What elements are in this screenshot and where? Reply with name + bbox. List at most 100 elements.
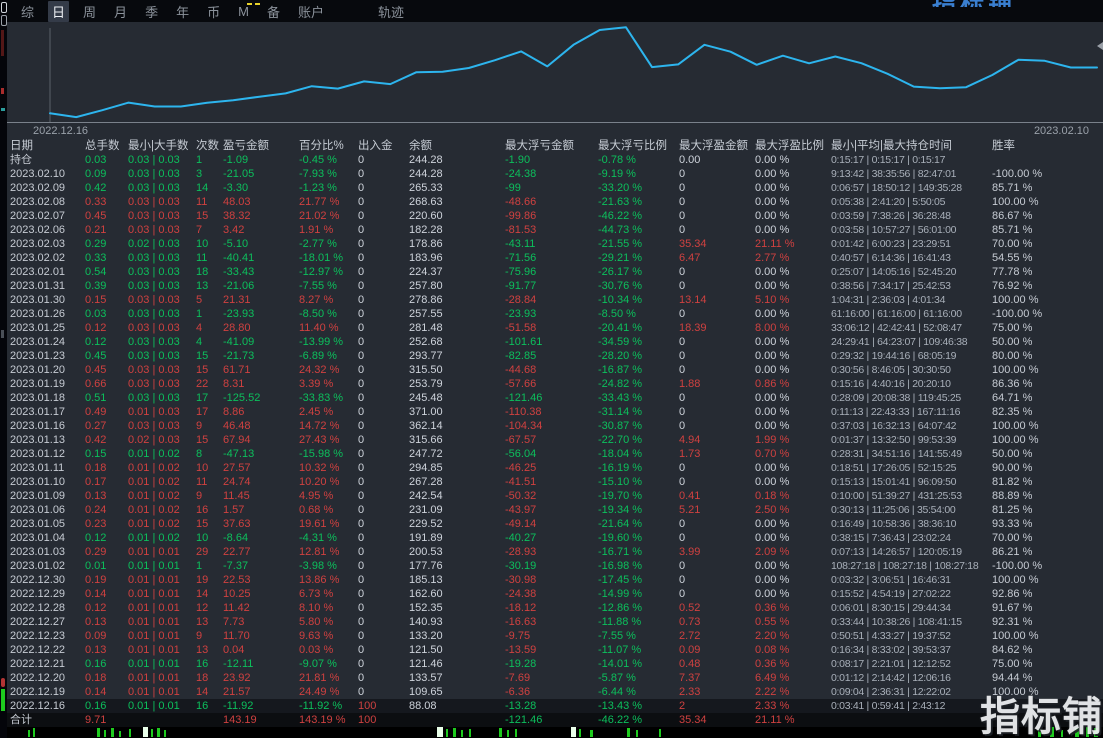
cell-mf: 0: [679, 517, 755, 531]
tab-composite[interactable]: 综: [17, 1, 38, 22]
cell-mm: 0.03 | 0.03: [128, 153, 196, 167]
cell-d: 2023.02.01: [7, 265, 85, 279]
tab-year[interactable]: 年: [172, 1, 193, 22]
table-row[interactable]: 2023.01.060.240.01 | 0.02161.570.68 %023…: [7, 503, 1103, 517]
cell-n: 1: [196, 153, 223, 167]
table-row[interactable]: 2023.01.050.230.01 | 0.021537.6319.61 %0…: [7, 517, 1103, 531]
cell-pct: 10.32 %: [299, 461, 358, 475]
table-row[interactable]: 2023.02.090.420.03 | 0.0314-3.30-1.23 %0…: [7, 181, 1103, 195]
table-row[interactable]: 2023.02.010.540.03 | 0.0318-33.43-12.97 …: [7, 265, 1103, 279]
cell-mf: 0.48: [679, 657, 755, 671]
table-row[interactable]: 2023.02.020.330.03 | 0.0311-40.41-18.01 …: [7, 251, 1103, 265]
table-row[interactable]: 2023.01.300.150.03 | 0.03521.318.27 %027…: [7, 293, 1103, 307]
cell-mf: 0: [679, 559, 755, 573]
table-row[interactable]: 2023.01.120.150.01 | 0.028-47.13-15.98 %…: [7, 447, 1103, 461]
cell-mfp: 0.00 %: [755, 265, 831, 279]
tab-currency[interactable]: 币: [203, 1, 224, 22]
cell-d: 2023.02.07: [7, 209, 85, 223]
cell-d: 2022.12.16: [7, 699, 85, 713]
table-row[interactable]: 2022.12.290.140.01 | 0.011410.256.73 %01…: [7, 587, 1103, 601]
table-row[interactable]: 2023.01.240.120.03 | 0.034-41.09-13.99 %…: [7, 335, 1103, 349]
chart-end-date: 2023.02.10: [1034, 123, 1103, 139]
tab-quarter[interactable]: 季: [141, 1, 162, 22]
cell-mfp: 0.18 %: [755, 489, 831, 503]
table-row[interactable]: 2023.02.030.290.02 | 0.0310-5.10-2.77 %0…: [7, 237, 1103, 251]
table-row[interactable]: 2023.01.090.130.01 | 0.02911.454.95 %024…: [7, 489, 1103, 503]
cell-mdd: -1.90: [505, 153, 598, 167]
cell-mddp: -26.17 %: [598, 265, 679, 279]
cell-mfp: 21.11 %: [755, 237, 831, 251]
table-row[interactable]: 2022.12.160.160.01 | 0.0116-11.92-11.92 …: [7, 699, 1103, 713]
table-row[interactable]: 2023.01.180.510.03 | 0.0317-125.52-33.83…: [7, 391, 1103, 405]
cell-cash: 0: [358, 629, 409, 643]
dock-marker: [1, 330, 4, 338]
cell-mddp: -18.04 %: [598, 447, 679, 461]
cell-bal: 257.55: [409, 307, 505, 321]
cell-mddp: -20.41 %: [598, 321, 679, 335]
cell-d: 2023.01.06: [7, 503, 85, 517]
table-row[interactable]: 2022.12.280.120.01 | 0.011211.428.10 %01…: [7, 601, 1103, 615]
cell-pnl: -21.05: [223, 167, 299, 181]
tab-day[interactable]: 日: [48, 1, 69, 22]
cell-mf: 0.41: [679, 489, 755, 503]
table-row[interactable]: 2023.01.200.450.03 | 0.031561.7124.32 %0…: [7, 363, 1103, 377]
table-row[interactable]: 2023.01.170.490.01 | 0.03178.862.45 %037…: [7, 405, 1103, 419]
cell-mddp: -0.78 %: [598, 153, 679, 167]
table-row[interactable]: 2023.01.230.450.03 | 0.0315-21.73-6.89 %…: [7, 349, 1103, 363]
cell-mdd: -40.27: [505, 531, 598, 545]
table-row[interactable]: 2023.01.260.030.03 | 0.031-23.93-8.50 %0…: [7, 307, 1103, 321]
cell-n: 9: [196, 489, 223, 503]
cell-mddp: -11.07 %: [598, 643, 679, 657]
table-row[interactable]: 2022.12.190.140.01 | 0.011421.5724.49 %0…: [7, 685, 1103, 699]
tab-backup[interactable]: 备: [263, 1, 284, 22]
cell-wr: 100.00 %: [992, 433, 1103, 447]
tab-account[interactable]: 账户: [294, 1, 328, 22]
cell-pnl: 11.42: [223, 601, 299, 615]
cell-mm: [128, 713, 196, 727]
cell-lots: 0.18: [85, 461, 128, 475]
tab-month[interactable]: 月: [110, 1, 131, 22]
cell-mfp: 2.77 %: [755, 251, 831, 265]
cell-mdd: -51.58: [505, 321, 598, 335]
table-row[interactable]: 2023.01.100.170.01 | 0.021124.7410.20 %0…: [7, 475, 1103, 489]
table-row[interactable]: 2023.01.310.390.03 | 0.0313-21.06-7.55 %…: [7, 279, 1103, 293]
table-row[interactable]: 2022.12.220.130.01 | 0.01130.040.03 %012…: [7, 643, 1103, 657]
cell-pct: -11.92 %: [299, 699, 358, 713]
table-row[interactable]: 2023.01.250.120.03 | 0.03428.8011.40 %02…: [7, 321, 1103, 335]
table-row[interactable]: 2022.12.300.190.01 | 0.011922.5313.86 %0…: [7, 573, 1103, 587]
table-row[interactable]: 2023.01.130.420.02 | 0.031567.9427.43 %0…: [7, 433, 1103, 447]
table-row[interactable]: 2023.02.060.210.03 | 0.0373.421.91 %0182…: [7, 223, 1103, 237]
cell-pnl: 61.71: [223, 363, 299, 377]
scroll-arrow-icon[interactable]: [1097, 42, 1103, 50]
cell-mfp: 0.55 %: [755, 615, 831, 629]
cell-n: 10: [196, 461, 223, 475]
tab-m[interactable]: M: [234, 3, 253, 20]
table-row[interactable]: 2022.12.230.090.01 | 0.01911.709.63 %013…: [7, 629, 1103, 643]
cell-wr: 75.00 %: [992, 657, 1103, 671]
table-row[interactable]: 2023.02.080.330.03 | 0.031148.0321.77 %0…: [7, 195, 1103, 209]
cell-pct: -4.31 %: [299, 531, 358, 545]
table-row[interactable]: 2022.12.200.180.01 | 0.011823.9221.81 %0…: [7, 671, 1103, 685]
table-row[interactable]: 2023.01.190.660.03 | 0.03228.313.39 %025…: [7, 377, 1103, 391]
cell-t: 0:38:15 | 7:36:43 | 23:02:24: [831, 531, 992, 545]
table-row[interactable]: 2023.01.040.120.01 | 0.0210-8.64-4.31 %0…: [7, 531, 1103, 545]
tab-trajectory[interactable]: 轨迹: [374, 1, 408, 22]
tab-week[interactable]: 周: [79, 1, 100, 22]
table-row[interactable]: 2022.12.210.160.01 | 0.0116-12.11-9.07 %…: [7, 657, 1103, 671]
table-row[interactable]: 2023.01.160.270.03 | 0.03946.4814.72 %03…: [7, 419, 1103, 433]
table-row[interactable]: 2023.01.110.180.01 | 0.021027.5710.32 %0…: [7, 461, 1103, 475]
table-total-row[interactable]: 合计9.71143.19143.19 %100-121.46-46.22 %35…: [7, 713, 1103, 727]
table-row[interactable]: 2023.01.030.290.01 | 0.012922.7712.81 %0…: [7, 545, 1103, 559]
cell-bal: 88.08: [409, 699, 505, 713]
cell-n: 15: [196, 349, 223, 363]
cell-mdd: -43.11: [505, 237, 598, 251]
table-row[interactable]: 2023.01.020.010.01 | 0.011-7.37-3.98 %01…: [7, 559, 1103, 573]
table-row[interactable]: 持仓0.030.03 | 0.031-1.09-0.45 %0244.28-1.…: [7, 153, 1103, 167]
cell-cash: 0: [358, 251, 409, 265]
table-row[interactable]: 2023.02.100.090.03 | 0.033-21.05-7.93 %0…: [7, 167, 1103, 181]
table-row[interactable]: 2022.12.270.130.01 | 0.01137.735.80 %014…: [7, 615, 1103, 629]
table-row[interactable]: 2023.02.070.450.03 | 0.031538.3221.02 %0…: [7, 209, 1103, 223]
cell-mddp: -19.34 %: [598, 503, 679, 517]
cell-pnl: 8.86: [223, 405, 299, 419]
cell-wr: 80.00 %: [992, 349, 1103, 363]
